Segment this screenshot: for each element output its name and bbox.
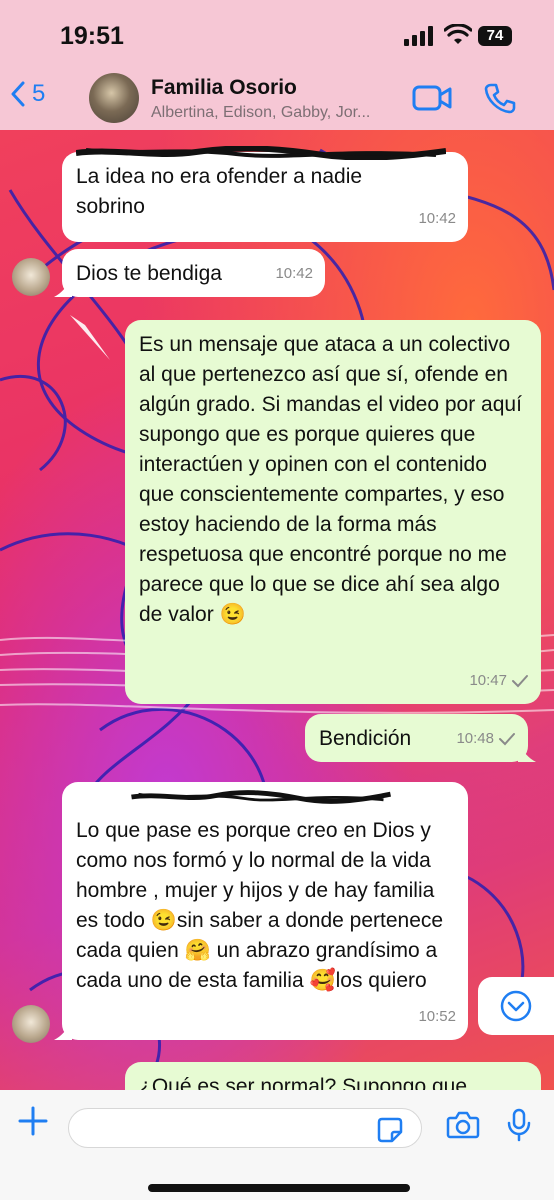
message-outgoing[interactable]: Es un mensaje que ataca a un colectivo a… — [125, 320, 541, 704]
sender-avatar[interactable] — [12, 258, 50, 296]
wifi-icon — [444, 24, 472, 44]
sticker-icon[interactable] — [376, 1116, 404, 1144]
chat-participants[interactable]: Albertina, Edison, Gabby, Jor... — [151, 104, 370, 122]
back-chevron-icon — [11, 81, 25, 107]
message-incoming[interactable]: La idea no era ofender a nadie sobrino 1… — [62, 146, 468, 242]
message-text: Dios te bendiga — [76, 262, 222, 285]
read-check-icon — [499, 733, 515, 746]
message-incoming[interactable]: Dios te bendiga 10:42 — [54, 249, 325, 297]
video-call-icon[interactable] — [412, 84, 452, 112]
scroll-down-icon — [500, 990, 532, 1022]
redacted-sender-name — [131, 790, 391, 804]
battery-indicator: 74 — [478, 26, 512, 46]
message-time: 10:42 — [275, 265, 313, 282]
message-meta: 10:47 — [469, 666, 529, 696]
plus-icon[interactable] — [16, 1104, 50, 1138]
sender-avatar[interactable] — [12, 1005, 50, 1043]
chat-title[interactable]: Familia Osorio — [151, 76, 297, 100]
message-text: Lo que pase es porque creo en Dios y com… — [76, 819, 444, 992]
back-button[interactable]: 5 — [10, 80, 45, 108]
camera-icon[interactable] — [446, 1110, 480, 1140]
message-outgoing[interactable]: Bendición 10:48 — [305, 714, 536, 762]
redacted-sender-name — [76, 146, 446, 160]
message-meta: 10:42 — [418, 204, 456, 234]
chat-header: 5 Familia Osorio Albertina, Edison, Gabb… — [0, 70, 554, 130]
message-incoming[interactable]: Lo que pase es porque creo en Dios y com… — [54, 782, 468, 1040]
microphone-icon[interactable] — [506, 1108, 532, 1142]
group-avatar[interactable] — [89, 73, 139, 123]
message-text: Es un mensaje que ataca a un colectivo a… — [139, 333, 522, 626]
home-indicator — [148, 1184, 410, 1192]
message-time: 10:42 — [418, 210, 456, 227]
read-check-icon — [512, 675, 528, 688]
scroll-to-bottom-button[interactable] — [478, 977, 554, 1035]
clock: 19:51 — [60, 22, 124, 50]
message-meta: 10:52 — [418, 1002, 456, 1032]
status-bar: 19:51 74 — [0, 0, 554, 70]
message-meta: 10:48 — [456, 724, 516, 754]
message-input[interactable] — [68, 1108, 422, 1148]
message-time: 10:48 — [456, 730, 494, 747]
cellular-signal-icon — [404, 26, 433, 46]
message-text: Bendición — [319, 727, 412, 750]
bubble-tail — [54, 1022, 72, 1040]
message-meta: 10:42 — [275, 259, 313, 289]
bubble-tail — [54, 279, 72, 297]
message-text: La idea no era ofender a nadie sobrino — [76, 165, 363, 218]
message-time: 10:52 — [418, 1008, 456, 1025]
phone-icon[interactable] — [484, 82, 516, 114]
unread-count: 5 — [32, 80, 46, 107]
bubble-tail — [518, 744, 536, 762]
message-time: 10:47 — [469, 672, 507, 689]
